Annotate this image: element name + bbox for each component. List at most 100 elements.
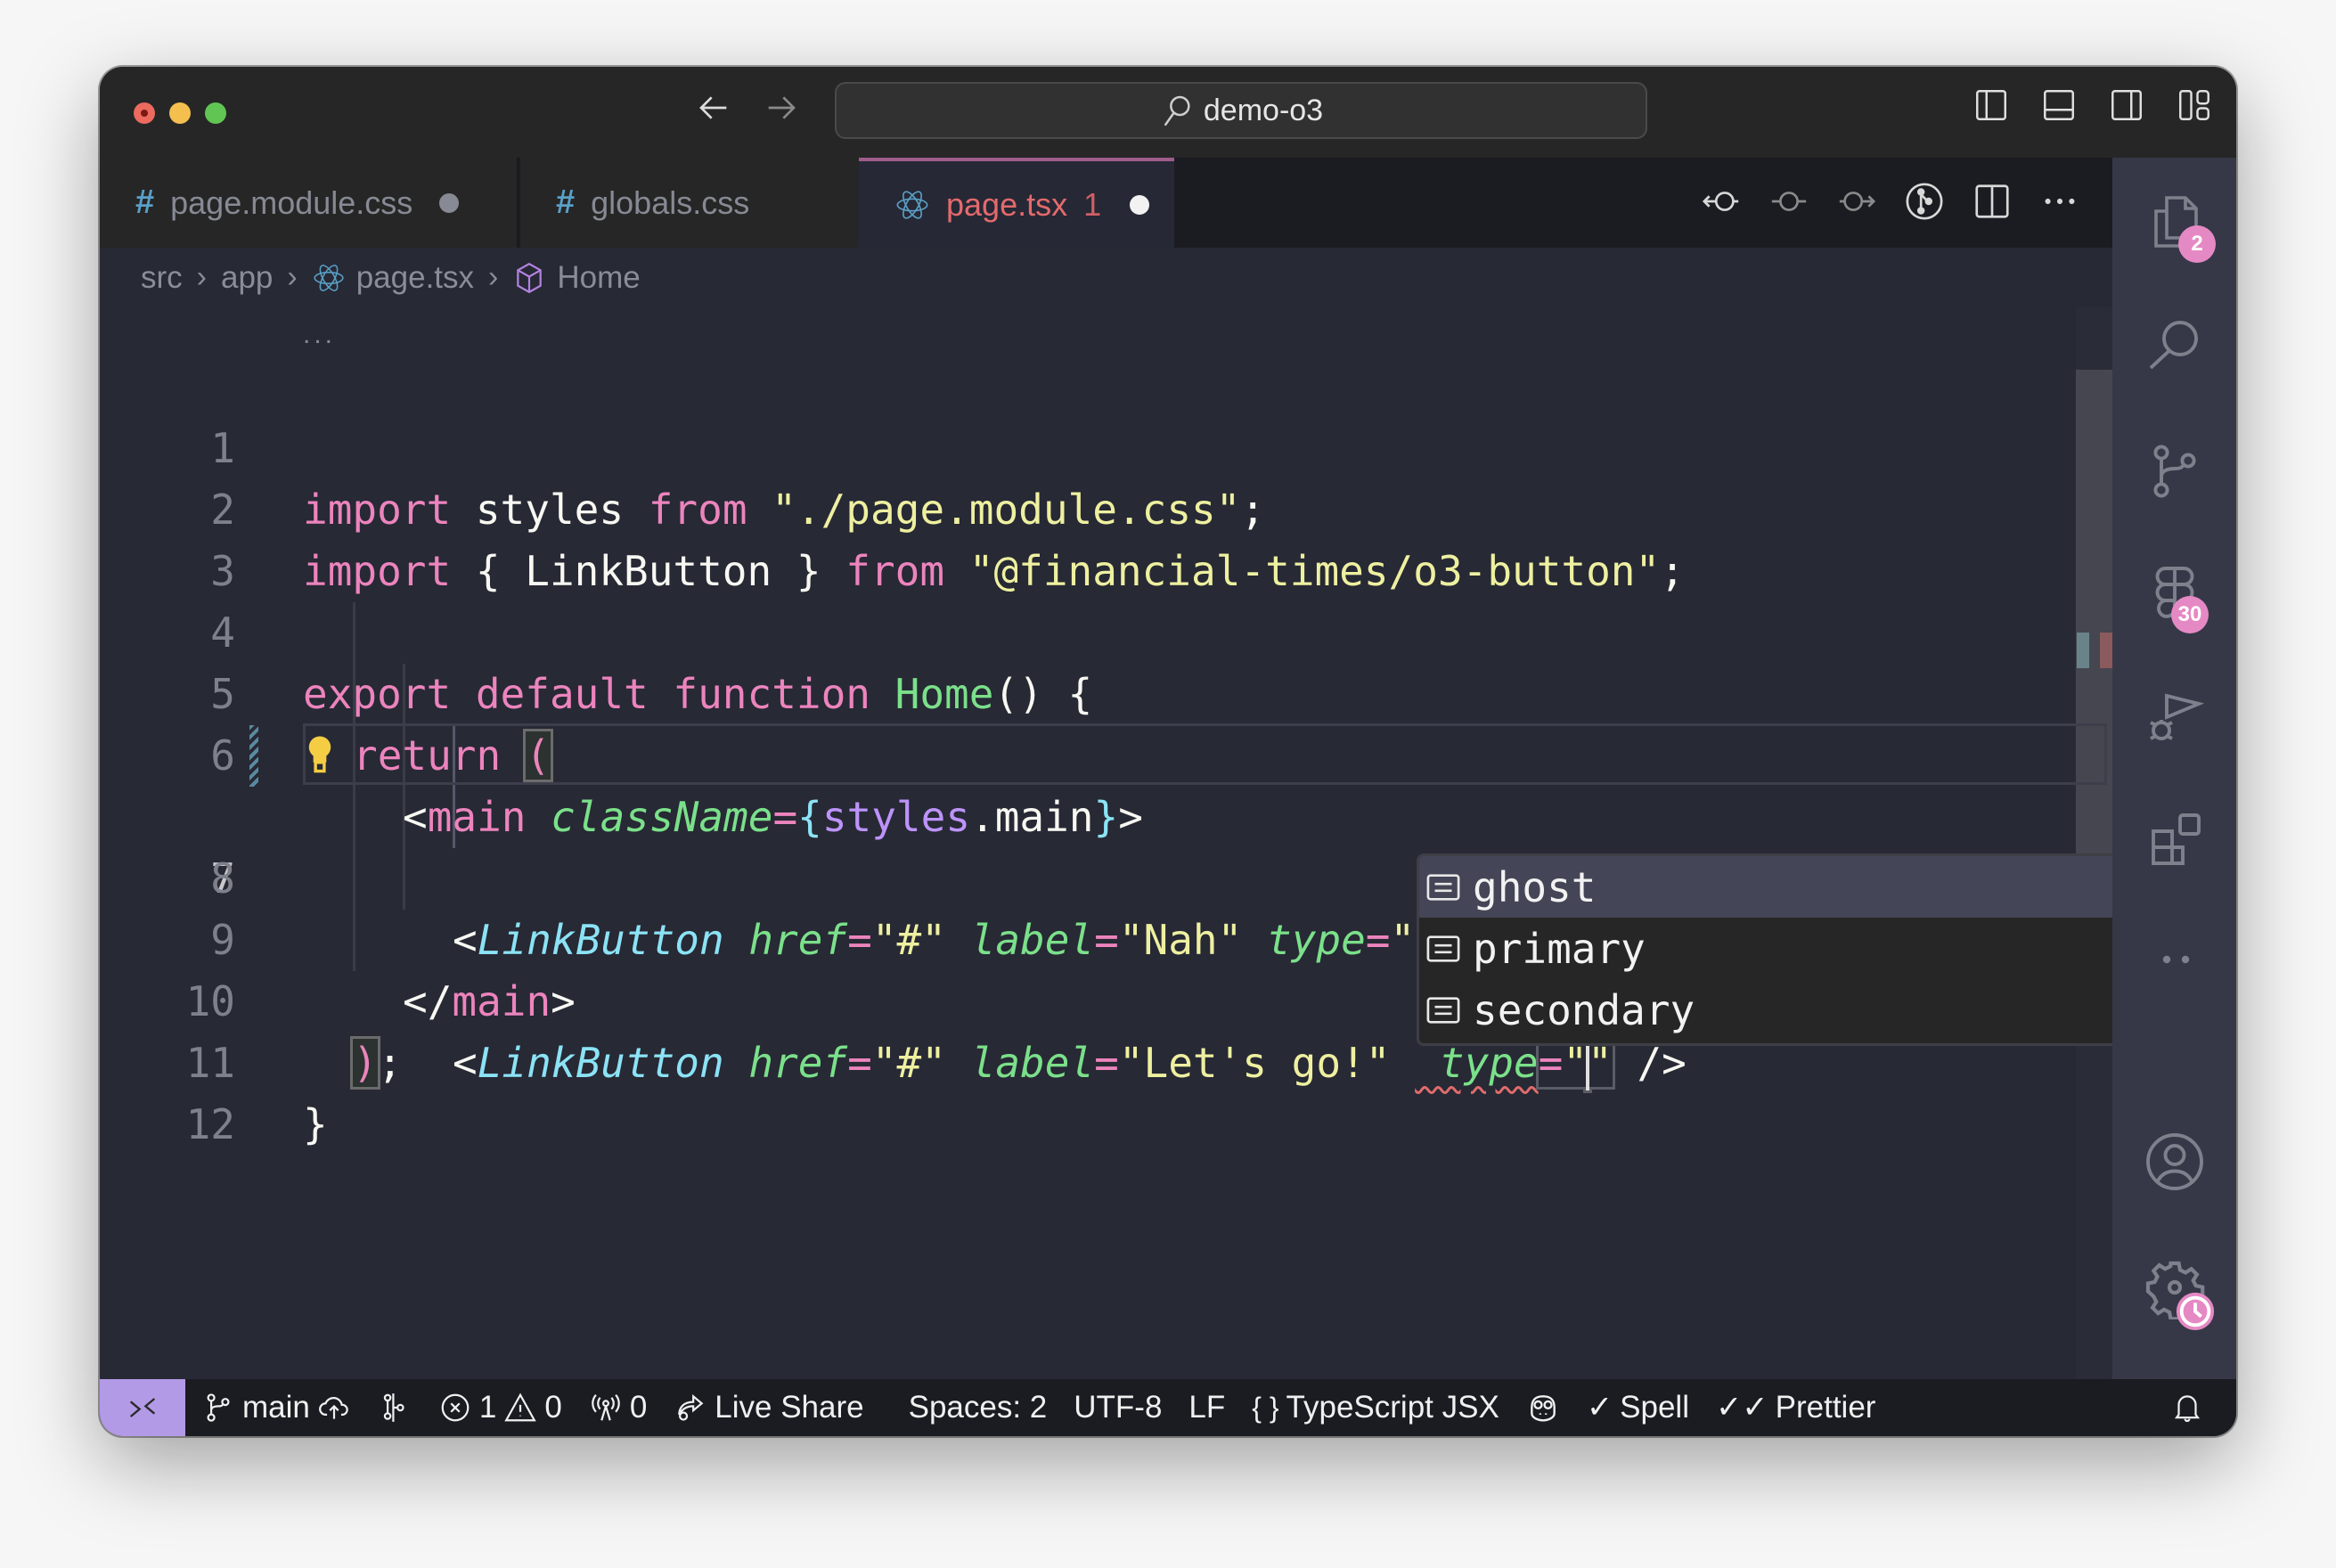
breadcrumb-item-file[interactable]: page.tsx: [356, 260, 474, 296]
encoding-status[interactable]: UTF-8: [1074, 1390, 1162, 1425]
activity-remote-explorer[interactable]: [2112, 786, 2236, 893]
prettier-label: Prettier: [1775, 1390, 1876, 1425]
breadcrumb-item-src[interactable]: src: [141, 260, 183, 296]
status-bar: main 1 0 0 Live Share Spaces: 2 UTF-8 LF: [100, 1379, 2236, 1436]
activity-accounts[interactable]: [2112, 1108, 2236, 1215]
tab-globals-css[interactable]: # globals.css: [520, 158, 859, 248]
split-editor-icon[interactable]: [1972, 181, 2013, 222]
code-line: 3: [100, 479, 2112, 595]
problems-status[interactable]: 1 0: [438, 1390, 562, 1425]
command-center-label: demo-o3: [1203, 93, 1324, 127]
indentation-status[interactable]: Spaces: 2: [909, 1390, 1048, 1425]
arrow-left-icon: [699, 96, 727, 119]
activity-extensions[interactable]: 30: [2112, 539, 2236, 646]
check-icon: ✓: [1586, 1390, 1613, 1425]
live-share-icon: [678, 1393, 704, 1421]
tab-page-module-css[interactable]: # page.module.css: [100, 158, 519, 248]
tab-page-tsx[interactable]: page.tsx 1: [859, 158, 1174, 248]
ports-count: 0: [629, 1390, 648, 1425]
git-lens-icon[interactable]: [1904, 181, 1945, 222]
unsaved-dot-icon: [1130, 194, 1150, 215]
git-branch-status[interactable]: main: [201, 1390, 351, 1425]
autocomplete-item-secondary[interactable]: secondary: [1419, 979, 2157, 1041]
autocomplete-item-ghost[interactable]: ghost: [1419, 856, 2157, 918]
explorer-badge: 2: [2178, 225, 2216, 263]
react-icon: [314, 264, 344, 291]
maximize-window-button[interactable]: [205, 102, 226, 124]
code-line: 8 <LinkButton href="#" label="Nah" type=…: [100, 787, 2112, 964]
search-icon: [2149, 321, 2198, 370]
encoding-label: UTF-8: [1074, 1390, 1163, 1425]
minimize-window-button[interactable]: [169, 102, 191, 124]
spell-check-status[interactable]: ✓ Spell: [1587, 1390, 1689, 1425]
code-line-current: 7 <LinkButton href="#" label="Let's go!"…: [100, 723, 2112, 1090]
notifications-button[interactable]: [2170, 1391, 2204, 1425]
error-icon: [441, 1393, 470, 1422]
bell-icon: [2174, 1395, 2201, 1423]
code-editor[interactable]: ... 1 import styles from "./page.module.…: [100, 307, 2160, 1379]
prettier-status[interactable]: ✓✓ Prettier: [1716, 1390, 1875, 1425]
autocomplete-label: secondary: [1473, 985, 1695, 1034]
double-check-icon: ✓✓: [1715, 1390, 1768, 1425]
go-to-previous-change-icon[interactable]: [1701, 181, 1742, 222]
warning-count: 0: [544, 1390, 562, 1425]
git-graph-button[interactable]: [378, 1391, 412, 1425]
code-line: 2 import { LinkButton } from "@financial…: [100, 418, 2112, 595]
tab-label: page.module.css: [170, 184, 413, 221]
breadcrumb-item-app[interactable]: app: [221, 260, 273, 296]
unsaved-dot-icon: [439, 192, 460, 213]
activity-source-control[interactable]: [2112, 418, 2236, 525]
search-icon: [1164, 95, 1190, 127]
cloud-upload-icon: [318, 1397, 348, 1419]
symbol-enum-member-icon: [1426, 935, 1460, 962]
copilot-status[interactable]: [1526, 1391, 1560, 1425]
toggle-panel-icon[interactable]: [2040, 86, 2078, 124]
activity-manage[interactable]: [2112, 1234, 2236, 1341]
language-mode-status[interactable]: { } TypeScript JSX: [1252, 1390, 1499, 1425]
activity-run-debug[interactable]: [2112, 664, 2236, 771]
ports-status[interactable]: 0: [589, 1390, 647, 1425]
title-bar: demo-o3: [100, 67, 2236, 158]
remote-indicator-button[interactable]: [100, 1379, 185, 1436]
autocomplete-widget: ghost primary secondary: [1417, 853, 2160, 1046]
symbol-method-cube-icon: [517, 262, 543, 293]
close-window-button[interactable]: [134, 102, 155, 124]
breadcrumb-item-symbol[interactable]: Home: [557, 260, 640, 296]
eol-status[interactable]: LF: [1188, 1390, 1225, 1425]
go-back-button[interactable]: [693, 90, 736, 135]
go-to-next-change-icon[interactable]: [1836, 181, 1877, 222]
braces-icon: { }: [1252, 1391, 1279, 1424]
live-share-button[interactable]: Live Share: [674, 1390, 864, 1425]
commit-icon[interactable]: [1768, 181, 1809, 222]
vscode-window: demo-o3 # page.module.css # globals.css …: [100, 67, 2236, 1436]
lightbulb-icon[interactable]: [306, 734, 333, 773]
clock-badge-icon: [2176, 1292, 2215, 1331]
error-count: 1: [478, 1390, 497, 1425]
git-commit-graph-icon: [383, 1393, 404, 1422]
symbol-enum-member-icon: [1426, 996, 1460, 1024]
modified-line-gutter-mark: [249, 725, 258, 787]
chevron-right-icon: ›: [196, 260, 207, 294]
autocomplete-label: ghost: [1473, 862, 1597, 911]
remote-icon: [129, 1398, 156, 1417]
copilot-icon: [1530, 1395, 1556, 1422]
remote-explorer-icon: [2151, 813, 2201, 865]
more-icon: [2162, 955, 2189, 964]
account-icon: [2145, 1133, 2203, 1190]
activity-search[interactable]: [2112, 293, 2236, 400]
command-center-search[interactable]: demo-o3: [835, 82, 1647, 139]
tab-label: globals.css: [591, 184, 750, 221]
go-forward-button[interactable]: [759, 90, 802, 135]
eol-label: LF: [1188, 1390, 1226, 1425]
more-actions-icon[interactable]: [2039, 181, 2080, 222]
extensions-badge: 30: [2171, 596, 2209, 633]
editor-actions: [1701, 181, 2080, 222]
customize-layout-icon[interactable]: [2176, 86, 2213, 124]
toggle-secondary-sidebar-icon[interactable]: [2108, 86, 2145, 124]
autocomplete-item-primary[interactable]: primary: [1419, 918, 2157, 979]
activity-more[interactable]: [2112, 906, 2236, 1013]
indentation-label: Spaces: 2: [908, 1390, 1048, 1425]
toggle-primary-sidebar-icon[interactable]: [1973, 86, 2010, 124]
activity-explorer[interactable]: 2: [2112, 168, 2236, 275]
spell-label: Spell: [1620, 1390, 1689, 1425]
